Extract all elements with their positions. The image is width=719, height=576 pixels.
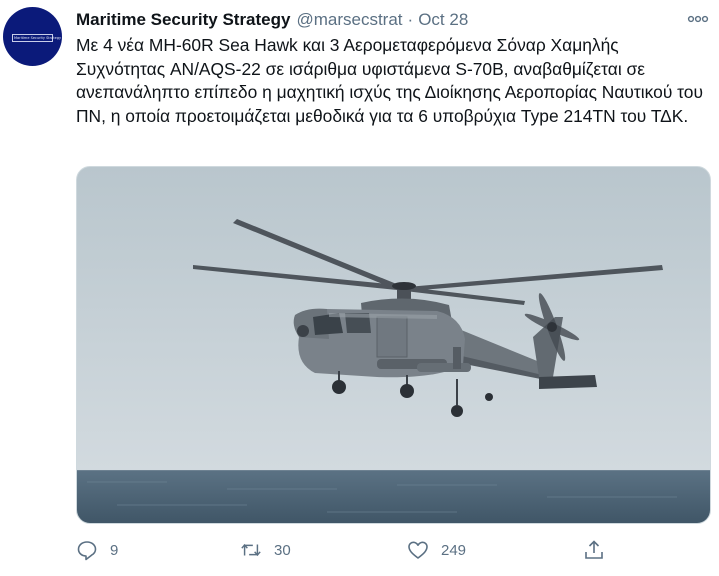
more-options-button[interactable] [685, 10, 711, 28]
reply-button[interactable]: 9 [76, 536, 118, 564]
tweet-date[interactable]: Oct 28 [418, 10, 468, 30]
like-count: 249 [441, 541, 467, 559]
more-options-icon [687, 15, 709, 23]
reply-count: 9 [110, 541, 119, 559]
retweet-button[interactable]: 30 [240, 536, 291, 564]
tweet-header: Maritime Security Strategy @marsecstrat … [76, 9, 709, 31]
like-button[interactable]: 249 [407, 536, 466, 564]
helicopter-photo [77, 167, 710, 523]
tweet-card[interactable]: Maritime Security Strategy Maritime Secu… [0, 0, 719, 576]
like-icon [407, 539, 429, 561]
tweet-actions: 9 30 249 [76, 536, 636, 564]
user-handle[interactable]: @marsecstrat [296, 10, 402, 30]
reply-icon [76, 539, 98, 561]
display-name[interactable]: Maritime Security Strategy [76, 10, 290, 30]
avatar-logo-text: Maritime Security Strategy [14, 35, 62, 40]
retweet-count: 30 [274, 541, 291, 559]
tweet-text: Με 4 νέα MH-60R Sea Hawk και 3 Αερομεταφ… [76, 35, 703, 126]
share-button[interactable] [583, 536, 605, 564]
avatar[interactable]: Maritime Security Strategy [3, 7, 62, 66]
retweet-icon [240, 539, 262, 561]
tweet-media-image[interactable] [76, 166, 711, 524]
share-icon [583, 539, 605, 561]
header-separator: · [407, 10, 414, 29]
